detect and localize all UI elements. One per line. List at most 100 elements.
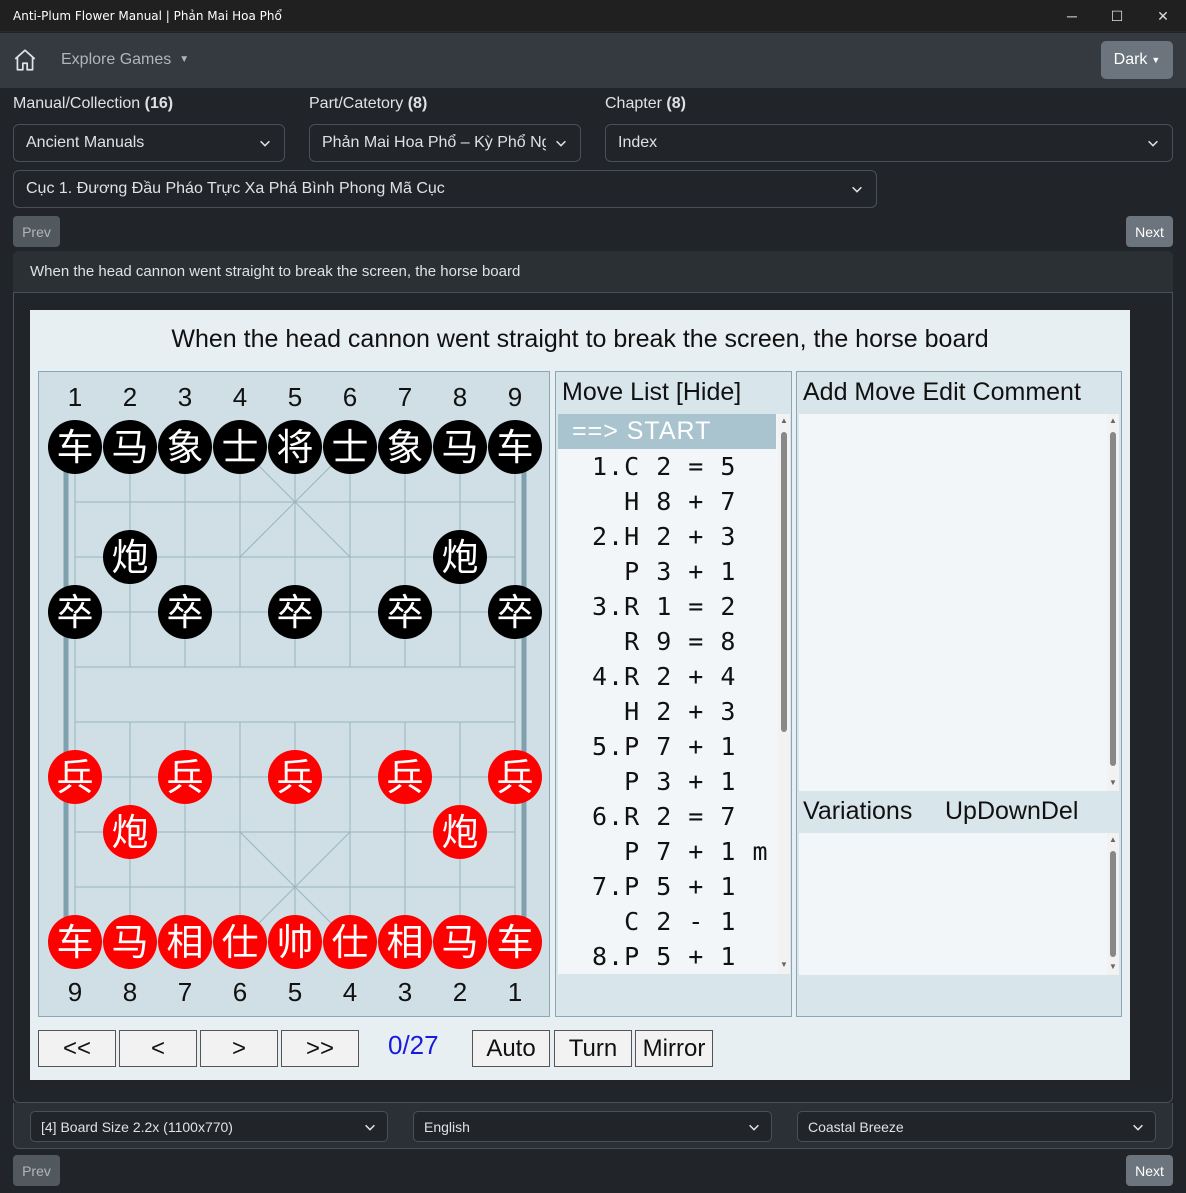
theme-toggle-button[interactable]: Dark ▼ xyxy=(1101,41,1173,79)
next-button-bottom[interactable]: Next xyxy=(1126,1155,1173,1186)
red-soldier[interactable]: 兵 xyxy=(48,750,102,804)
black-piece[interactable]: 马 xyxy=(433,420,487,474)
move-item[interactable]: 4.R 2 + 4 xyxy=(558,659,776,694)
black-cannon[interactable]: 炮 xyxy=(433,530,487,584)
black-cannon[interactable]: 炮 xyxy=(103,530,157,584)
black-piece[interactable]: 车 xyxy=(488,420,542,474)
last-move-button[interactable]: >> xyxy=(281,1030,359,1067)
scroll-down-icon[interactable]: ▼ xyxy=(1109,778,1117,787)
scroll-up-icon[interactable]: ▲ xyxy=(1109,835,1117,844)
red-soldier[interactable]: 兵 xyxy=(378,750,432,804)
move-list-scrollbar[interactable]: ▲ ▼ xyxy=(778,414,790,974)
variations-actions[interactable]: UpDownDel xyxy=(945,797,1078,826)
black-piece[interactable]: 士 xyxy=(323,420,377,474)
black-piece[interactable]: 马 xyxy=(103,420,157,474)
next-button-top[interactable]: Next xyxy=(1126,216,1173,247)
scroll-thumb[interactable] xyxy=(781,432,787,732)
black-piece[interactable]: 车 xyxy=(48,420,102,474)
language-select[interactable]: English xyxy=(413,1111,772,1142)
red-soldier[interactable]: 兵 xyxy=(268,750,322,804)
scroll-thumb[interactable] xyxy=(1110,851,1116,957)
move-item[interactable]: 6.R 2 = 7 xyxy=(558,799,776,834)
black-piece[interactable]: 象 xyxy=(158,420,212,474)
scroll-up-icon[interactable]: ▲ xyxy=(780,416,788,425)
manual-select[interactable]: Ancient Manuals xyxy=(13,124,285,162)
red-cannon[interactable]: 炮 xyxy=(103,805,157,859)
auto-button[interactable]: Auto xyxy=(472,1030,550,1067)
move-item[interactable]: H 8 + 7 xyxy=(558,484,776,519)
chevron-down-icon xyxy=(1148,140,1158,147)
explore-games-menu[interactable]: Explore Games ▼ xyxy=(61,51,189,69)
red-piece[interactable]: 车 xyxy=(488,915,542,969)
move-item[interactable]: C 2 - 1 xyxy=(558,904,776,939)
move-item[interactable]: R 9 = 8 xyxy=(558,624,776,659)
caret-down-icon: ▼ xyxy=(1151,55,1161,65)
move-item[interactable]: P 3 + 1 xyxy=(558,764,776,799)
variations-box[interactable] xyxy=(799,833,1119,975)
manual-select-value: Ancient Manuals xyxy=(26,134,145,151)
first-move-button[interactable]: << xyxy=(38,1030,116,1067)
caret-down-icon: ▼ xyxy=(179,54,190,65)
game-select-value: Cục 1. Đương Đầu Pháo Trực Xa Phá Bình P… xyxy=(26,180,445,197)
move-list[interactable]: ==> START 1.C 2 = 5 H 8 + 7 2.H 2 + 3 P 3 … xyxy=(558,414,788,974)
mirror-button[interactable]: Mirror xyxy=(635,1030,713,1067)
maximize-button[interactable]: ☐ xyxy=(1094,0,1140,32)
footer: [4] Board Size 2.2x (1100x770) English C… xyxy=(0,1103,1186,1193)
move-item[interactable]: 2.H 2 + 3 xyxy=(558,519,776,554)
black-soldier[interactable]: 卒 xyxy=(378,585,432,639)
red-piece[interactable]: 马 xyxy=(103,915,157,969)
board-frame: 123456789987654321车马象士将士象马车炮炮卒卒卒卒卒兵兵兵兵兵炮… xyxy=(38,371,550,1017)
comment-scrollbar[interactable]: ▲ ▼ xyxy=(1107,414,1119,791)
prev-button-bottom[interactable]: Prev xyxy=(13,1155,60,1186)
minimize-button[interactable]: ─ xyxy=(1049,0,1095,32)
chapter-select[interactable]: Index xyxy=(605,124,1173,162)
move-item[interactable]: 8.P 5 + 1 xyxy=(558,939,776,974)
black-piece[interactable]: 将 xyxy=(268,420,322,474)
comment-box[interactable] xyxy=(799,414,1119,791)
move-item[interactable]: P 7 + 1 m xyxy=(558,834,776,869)
red-piece[interactable]: 仕 xyxy=(323,915,377,969)
move-item[interactable]: 5.P 7 + 1 xyxy=(558,729,776,764)
move-item[interactable]: H 2 + 3 xyxy=(558,694,776,729)
move-start-item[interactable]: ==> START xyxy=(558,414,776,449)
black-soldier[interactable]: 卒 xyxy=(48,585,102,639)
board-theme-select[interactable]: Coastal Breeze xyxy=(797,1111,1156,1142)
scroll-thumb[interactable] xyxy=(1110,432,1116,766)
black-piece[interactable]: 象 xyxy=(378,420,432,474)
red-piece[interactable]: 马 xyxy=(433,915,487,969)
board-size-select[interactable]: [4] Board Size 2.2x (1100x770) xyxy=(30,1111,388,1142)
red-soldier[interactable]: 兵 xyxy=(488,750,542,804)
part-select[interactable]: Phản Mai Hoa Phổ – Kỳ Phổ Ngoại xyxy=(309,124,581,162)
black-soldier[interactable]: 卒 xyxy=(158,585,212,639)
chevron-down-icon xyxy=(852,186,862,193)
next-move-button[interactable]: > xyxy=(200,1030,278,1067)
turn-button[interactable]: Turn xyxy=(554,1030,632,1067)
black-soldier[interactable]: 卒 xyxy=(488,585,542,639)
move-item[interactable]: 3.R 1 = 2 xyxy=(558,589,776,624)
game-select[interactable]: Cục 1. Đương Đầu Pháo Trực Xa Phá Bình P… xyxy=(13,170,877,208)
theme-toggle-label: Dark xyxy=(1113,51,1148,68)
black-piece[interactable]: 士 xyxy=(213,420,267,474)
red-soldier[interactable]: 兵 xyxy=(158,750,212,804)
move-item[interactable]: 7.P 5 + 1 xyxy=(558,869,776,904)
variations-scrollbar[interactable]: ▲ ▼ xyxy=(1107,833,1119,975)
scroll-down-icon[interactable]: ▼ xyxy=(1109,962,1117,971)
scroll-down-icon[interactable]: ▼ xyxy=(780,960,788,969)
red-cannon[interactable]: 炮 xyxy=(433,805,487,859)
home-icon[interactable] xyxy=(12,47,38,73)
move-list-title[interactable]: Move List [Hide] xyxy=(562,378,741,407)
red-piece[interactable]: 帅 xyxy=(268,915,322,969)
red-piece[interactable]: 相 xyxy=(378,915,432,969)
move-item[interactable]: 1.C 2 = 5 xyxy=(558,449,776,484)
red-piece[interactable]: 车 xyxy=(48,915,102,969)
comment-title[interactable]: Add Move Edit Comment xyxy=(803,378,1081,407)
prev-move-button[interactable]: < xyxy=(119,1030,197,1067)
scroll-up-icon[interactable]: ▲ xyxy=(1109,416,1117,425)
black-soldier[interactable]: 卒 xyxy=(268,585,322,639)
file-label-top: 8 xyxy=(452,382,468,412)
prev-button-top[interactable]: Prev xyxy=(13,216,60,247)
close-button[interactable]: ✕ xyxy=(1140,0,1186,32)
red-piece[interactable]: 仕 xyxy=(213,915,267,969)
red-piece[interactable]: 相 xyxy=(158,915,212,969)
move-item[interactable]: P 3 + 1 xyxy=(558,554,776,589)
